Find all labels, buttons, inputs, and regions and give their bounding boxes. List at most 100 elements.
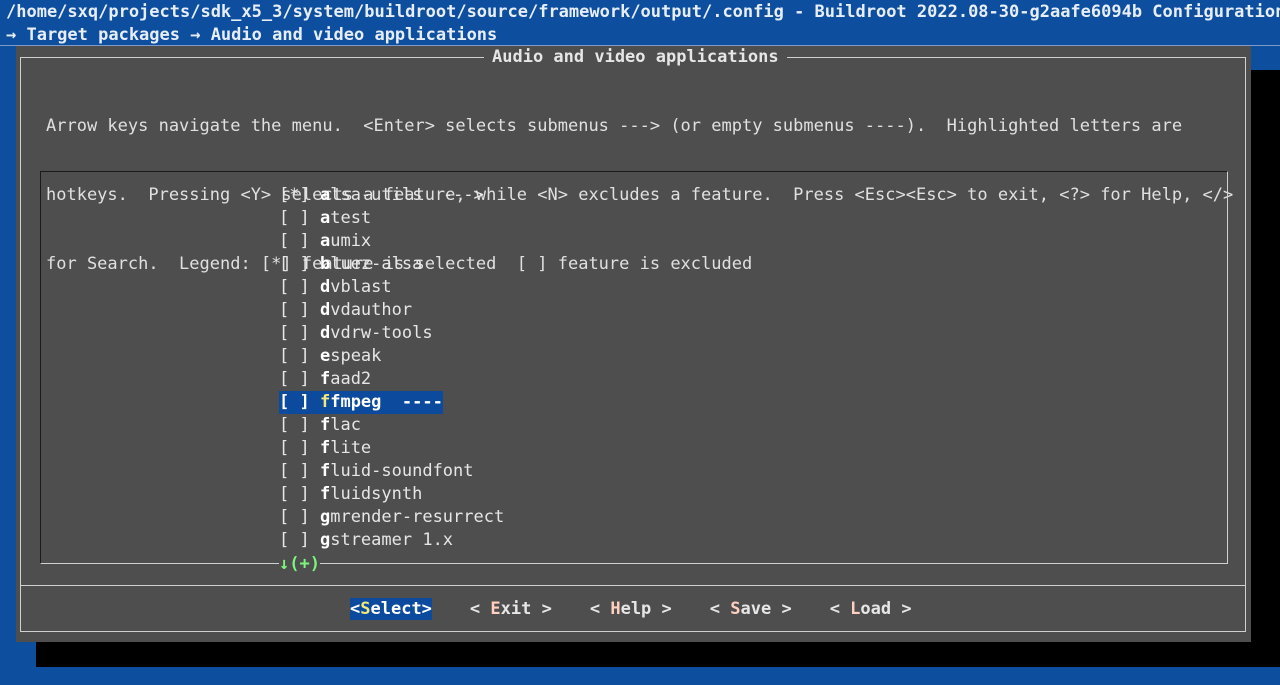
menu-item-label: [ ] espeak bbox=[279, 345, 381, 368]
menu-list: [*] alsa-utils --->[ ] atest[ ] aumix[ ]… bbox=[279, 184, 504, 552]
config-title: /home/sxq/projects/sdk_x5_3/system/build… bbox=[6, 2, 1280, 22]
menu-item-hotkey: a bbox=[319, 185, 331, 205]
menu-item-hotkey: d bbox=[319, 300, 331, 320]
menu-item[interactable]: [ ] espeak bbox=[279, 345, 504, 368]
menu-item-text: lite bbox=[330, 438, 372, 458]
menu-item[interactable]: [ ] fluidsynth bbox=[279, 483, 504, 506]
menu-item[interactable]: [ ] dvdauthor bbox=[279, 299, 504, 322]
menu-item-label: [ ] atest bbox=[279, 207, 371, 230]
menu-item-hotkey: d bbox=[319, 323, 331, 343]
menu-item-checkbox[interactable]: [ ] bbox=[279, 346, 310, 366]
menu-item[interactable]: [ ] dvblast bbox=[279, 276, 504, 299]
menu-item-label: [ ] dvdrw-tools bbox=[279, 322, 433, 345]
dialog-button[interactable]: < Help > bbox=[590, 598, 672, 620]
menu-item-checkbox[interactable]: [ ] bbox=[279, 323, 310, 343]
menu-item-hotkey: f bbox=[319, 415, 331, 435]
menu-item-label: [ ] aumix bbox=[279, 230, 371, 253]
menu-item-text: vblast bbox=[330, 277, 392, 297]
dialog-button[interactable]: <Select> bbox=[350, 598, 432, 620]
menu-item[interactable]: [*] alsa-utils ---> bbox=[279, 184, 504, 207]
menu-item-checkbox[interactable]: [ ] bbox=[279, 530, 310, 550]
menu-item-hotkey: a bbox=[319, 208, 331, 228]
menu-list-box bbox=[40, 171, 1228, 564]
dialog-title: Audio and video applications bbox=[484, 46, 787, 68]
menu-item-hotkey: e bbox=[319, 346, 331, 366]
menu-item-checkbox[interactable]: [ ] bbox=[279, 507, 310, 527]
button-text: < bbox=[469, 599, 491, 619]
menu-item-text: mrender-resurrect bbox=[330, 507, 505, 527]
menu-item[interactable]: [ ] fluid-soundfont bbox=[279, 460, 504, 483]
more-items-indicator[interactable]: ↓(+) bbox=[279, 553, 320, 575]
button-bar: <Select> < Exit > < Help > < Save > < Load > bbox=[350, 598, 950, 620]
menu-item-text: luidsynth bbox=[330, 484, 423, 504]
menu-item-checkbox[interactable]: [ ] bbox=[279, 231, 310, 251]
menu-item-text: luez-alsa bbox=[330, 254, 423, 274]
menu-item-suffix: ---- bbox=[381, 392, 443, 412]
button-text: < bbox=[589, 599, 611, 619]
menu-item-text: streamer 1.x bbox=[330, 530, 454, 550]
menu-item-hotkey: f bbox=[319, 369, 331, 389]
menu-item-text: umix bbox=[330, 231, 372, 251]
menu-item-checkbox[interactable]: [ ] bbox=[279, 392, 310, 412]
menu-item-text: aad2 bbox=[330, 369, 372, 389]
menu-item-label: [ ] gstreamer 1.x bbox=[279, 529, 453, 552]
menu-item-label: [ ] faad2 bbox=[279, 368, 371, 391]
menu-item-label: [ ] ffmpeg ---- bbox=[279, 391, 443, 414]
breadcrumb: → Target packages → Audio and video appl… bbox=[6, 25, 498, 45]
menu-item-hotkey: f bbox=[319, 392, 331, 412]
menu-item-hotkey: f bbox=[319, 484, 331, 504]
menu-item-hotkey: b bbox=[319, 254, 331, 274]
menu-item-text: speak bbox=[330, 346, 382, 366]
menu-item-label: [ ] fluidsynth bbox=[279, 483, 422, 506]
menu-item-text: luid-soundfont bbox=[330, 461, 474, 481]
menu-item-label: [ ] gmrender-resurrect bbox=[279, 506, 504, 529]
menu-item-label: [ ] dvdauthor bbox=[279, 299, 412, 322]
menu-item[interactable]: [ ] atest bbox=[279, 207, 504, 230]
dialog-shadow-right bbox=[1250, 70, 1280, 667]
menu-item-checkbox[interactable]: [*] bbox=[279, 185, 310, 205]
dialog-button[interactable]: < Exit > bbox=[470, 598, 552, 620]
menu-item[interactable]: [ ] ffmpeg ---- bbox=[279, 391, 504, 414]
menu-item-hotkey: f bbox=[319, 461, 331, 481]
menu-item[interactable]: [ ] aumix bbox=[279, 230, 504, 253]
button-hotkey: E bbox=[490, 599, 501, 619]
menu-item-text: lac bbox=[330, 415, 361, 435]
menu-item[interactable]: [ ] flac bbox=[279, 414, 504, 437]
dialog-button[interactable]: < Load > bbox=[830, 598, 912, 620]
button-text: < bbox=[350, 599, 361, 619]
menu-item-checkbox[interactable]: [ ] bbox=[279, 277, 310, 297]
help-line: Arrow keys navigate the menu. <Enter> se… bbox=[46, 116, 1183, 136]
menu-item[interactable]: [ ] bluez-alsa bbox=[279, 253, 504, 276]
menu-item-label: [ ] bluez-alsa bbox=[279, 253, 422, 276]
menu-item-hotkey: g bbox=[319, 507, 331, 527]
menu-item[interactable]: [ ] dvdrw-tools bbox=[279, 322, 504, 345]
button-hotkey: L bbox=[850, 599, 861, 619]
button-text: elp > bbox=[620, 599, 672, 619]
button-separator bbox=[20, 585, 1246, 586]
menu-item-hotkey: a bbox=[319, 231, 331, 251]
menu-item-checkbox[interactable]: [ ] bbox=[279, 254, 310, 274]
button-text: < bbox=[829, 599, 851, 619]
dialog-button[interactable]: < Save > bbox=[710, 598, 792, 620]
button-hotkey: H bbox=[610, 599, 621, 619]
menu-item[interactable]: [ ] gstreamer 1.x bbox=[279, 529, 504, 552]
terminal-screen: /home/sxq/projects/sdk_x5_3/system/build… bbox=[0, 0, 1280, 685]
menu-item-text: fmpeg bbox=[330, 392, 382, 412]
menu-item[interactable]: [ ] flite bbox=[279, 437, 504, 460]
menu-item-checkbox[interactable]: [ ] bbox=[279, 208, 310, 228]
menu-item-checkbox[interactable]: [ ] bbox=[279, 461, 310, 481]
menu-item[interactable]: [ ] gmrender-resurrect bbox=[279, 506, 504, 529]
menu-item-label: [ ] flac bbox=[279, 414, 361, 437]
menu-item[interactable]: [ ] faad2 bbox=[279, 368, 504, 391]
button-hotkey: S bbox=[360, 599, 371, 619]
menu-item-label: [ ] flite bbox=[279, 437, 371, 460]
menu-item-checkbox[interactable]: [ ] bbox=[279, 438, 310, 458]
menu-item-checkbox[interactable]: [ ] bbox=[279, 415, 310, 435]
menu-item-hotkey: g bbox=[319, 530, 331, 550]
button-hotkey: S bbox=[730, 599, 741, 619]
menu-item-checkbox[interactable]: [ ] bbox=[279, 484, 310, 504]
menu-item-text: vdauthor bbox=[330, 300, 413, 320]
menu-item-text: test bbox=[330, 208, 372, 228]
menu-item-checkbox[interactable]: [ ] bbox=[279, 369, 310, 389]
menu-item-checkbox[interactable]: [ ] bbox=[279, 300, 310, 320]
